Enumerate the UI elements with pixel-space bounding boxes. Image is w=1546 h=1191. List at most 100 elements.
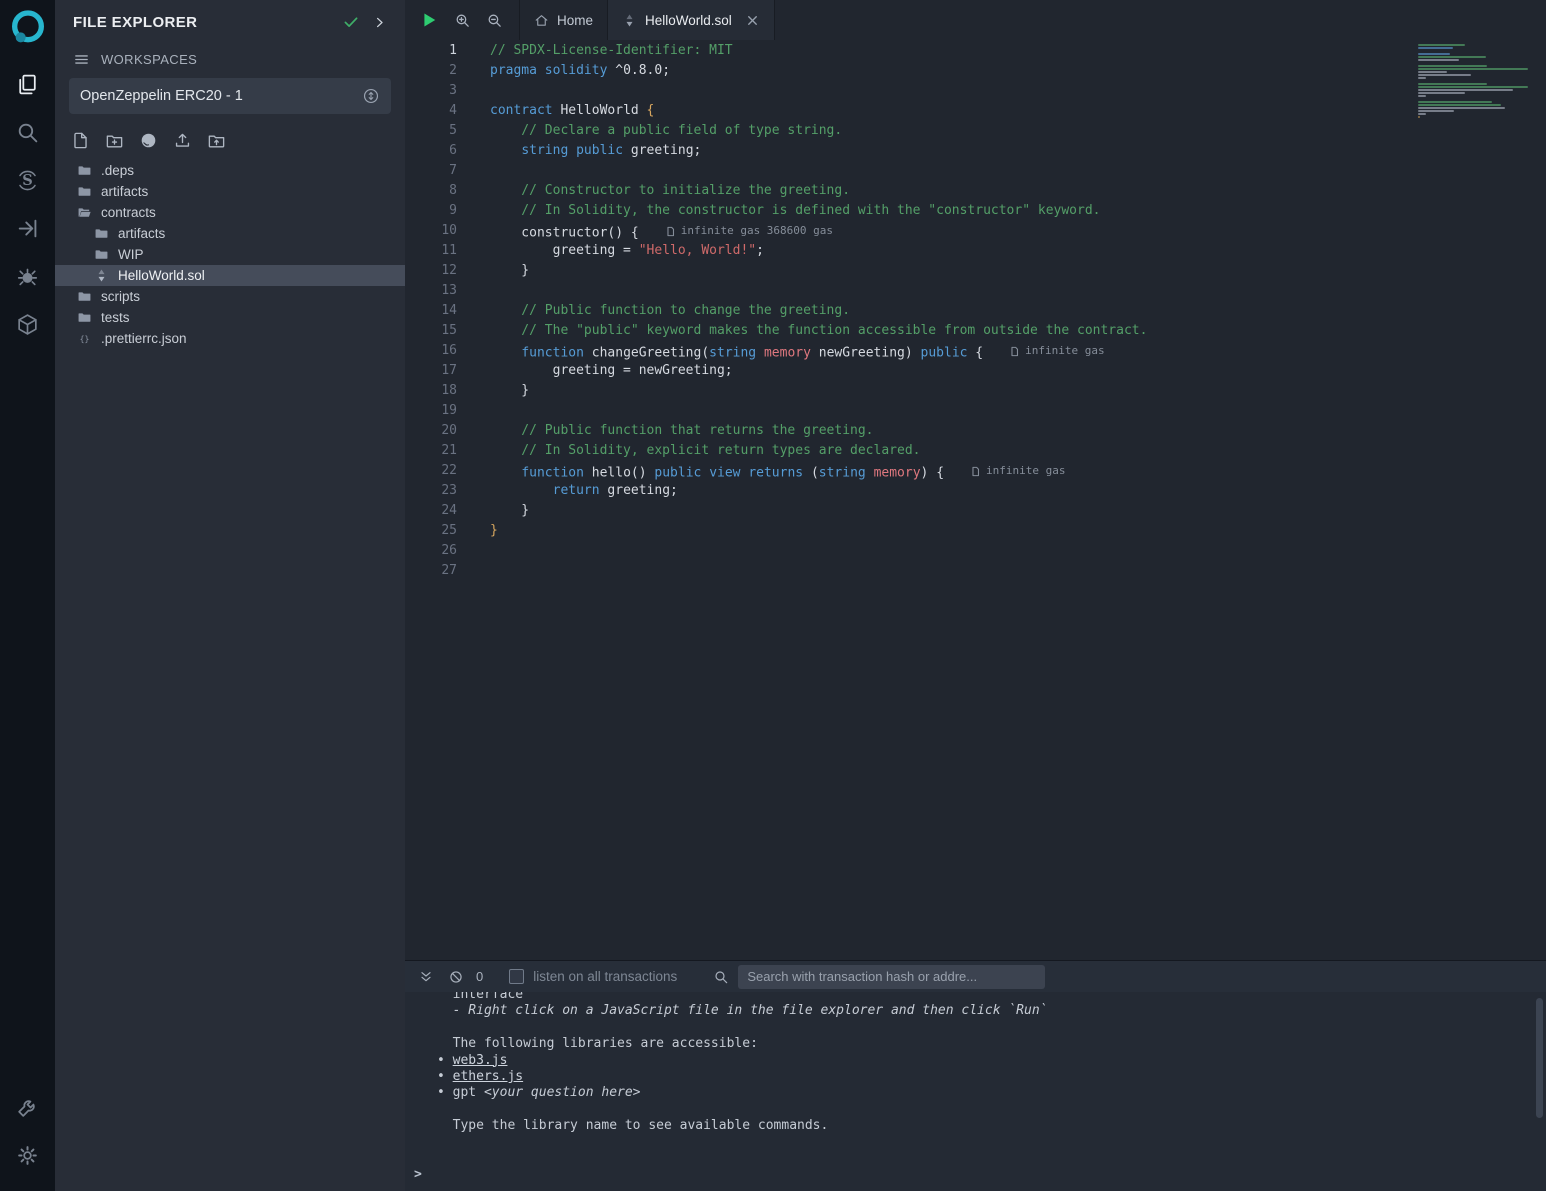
sidebar-item-file-explorer[interactable] [10, 66, 46, 102]
run-script-button[interactable] [419, 10, 439, 30]
code-line-25[interactable]: } [490, 521, 1546, 541]
github-icon [139, 131, 158, 150]
sidebar-item-search[interactable] [10, 114, 46, 150]
code-line-2[interactable]: pragma solidity ^0.8.0; [490, 61, 1546, 81]
zoom-in-button[interactable] [454, 12, 471, 29]
workspaces-row: WORKSPACES [55, 44, 405, 74]
folder-icon [77, 184, 92, 199]
gas-icon [665, 226, 676, 237]
tree-item-scripts[interactable]: scripts [55, 286, 405, 307]
tree-item-deps[interactable]: .deps [55, 160, 405, 181]
hamburger-icon[interactable] [73, 51, 90, 68]
tree-item-prettierrc-json[interactable]: .prettierrc.json [55, 328, 405, 349]
tree-item-label: .deps [101, 163, 134, 178]
circle-arrows-icon[interactable] [362, 87, 380, 105]
check-icon[interactable] [342, 13, 360, 31]
code-line-24[interactable]: } [490, 501, 1546, 521]
code-line-12[interactable]: } [490, 261, 1546, 281]
line-number: 2 [405, 61, 478, 81]
tree-item-label: artifacts [101, 184, 148, 199]
code-line-7[interactable] [490, 161, 1546, 181]
close-tab-icon[interactable] [745, 13, 760, 28]
collapse-terminal-icon[interactable] [418, 969, 434, 985]
deploy-icon [15, 216, 40, 241]
code-line-4[interactable]: contract HelloWorld { [490, 101, 1546, 121]
line-number: 12 [405, 261, 478, 281]
home-icon [534, 13, 549, 28]
workspace-select[interactable]: OpenZeppelin ERC20 - 1 [69, 78, 391, 114]
terminal-prompt[interactable]: > [414, 1167, 422, 1183]
code-line-9[interactable]: // In Solidity, the constructor is defin… [490, 201, 1546, 221]
editor-area: HomeHelloWorld.sol 123456789101112131415… [405, 0, 1546, 1191]
upload-folder-button[interactable] [207, 131, 226, 150]
code-line-20[interactable]: // Public function that returns the gree… [490, 421, 1546, 441]
minimap[interactable] [1418, 44, 1536, 125]
chevron-right-icon[interactable] [372, 15, 387, 30]
remix-logo[interactable] [8, 8, 48, 48]
clone-from-github-button[interactable] [139, 131, 158, 150]
code-line-16[interactable]: function changeGreeting(string memory ne… [490, 341, 1546, 361]
code-line-26[interactable] [490, 541, 1546, 561]
tree-item-contracts[interactable]: contracts [55, 202, 405, 223]
code-line-14[interactable]: // Public function to change the greetin… [490, 301, 1546, 321]
panel-title: FILE EXPLORER [73, 14, 330, 31]
new-file-button[interactable] [71, 131, 90, 150]
code-line-6[interactable]: string public greeting; [490, 141, 1546, 161]
folder-open-icon [77, 205, 92, 220]
code-line-21[interactable]: // In Solidity, explicit return types ar… [490, 441, 1546, 461]
search-icon[interactable] [713, 969, 729, 985]
sidebar-item-solidity-compiler[interactable] [10, 162, 46, 198]
code-line-3[interactable] [490, 81, 1546, 101]
gas-icon [1009, 346, 1020, 357]
gas-estimate: infinite gas 368600 gas [665, 221, 833, 241]
terminal-header: 0 listen on all transactions [405, 961, 1546, 992]
line-number: 9 [405, 201, 478, 221]
sidebar-item-tools[interactable] [10, 1089, 46, 1125]
folder-icon [94, 226, 109, 241]
tree-item-label: artifacts [118, 226, 165, 241]
upload-file-button[interactable] [173, 131, 192, 150]
code-line-18[interactable]: } [490, 381, 1546, 401]
new-folder-button[interactable] [105, 131, 124, 150]
code-line-5[interactable]: // Declare a public field of type string… [490, 121, 1546, 141]
tree-item-artifacts[interactable]: artifacts [55, 181, 405, 202]
listen-all-transactions-checkbox[interactable] [509, 969, 524, 984]
ban-icon[interactable] [448, 969, 464, 985]
sidebar-item-settings[interactable] [10, 1137, 46, 1173]
code-line-8[interactable]: // Constructor to initialize the greetin… [490, 181, 1546, 201]
tree-item-wip[interactable]: WIP [55, 244, 405, 265]
folder-plus-icon [105, 131, 124, 150]
tab-bar: HomeHelloWorld.sol [405, 0, 1546, 40]
code-line-15[interactable]: // The "public" keyword makes the functi… [490, 321, 1546, 341]
solidity-file-icon [94, 268, 109, 283]
code-line-13[interactable] [490, 281, 1546, 301]
workspaces-label: WORKSPACES [101, 52, 197, 67]
code-line-27[interactable] [490, 561, 1546, 581]
code-line-11[interactable]: greeting = "Hello, World!"; [490, 241, 1546, 261]
code-line-19[interactable] [490, 401, 1546, 421]
tree-item-helloworld-sol[interactable]: HelloWorld.sol [55, 265, 405, 286]
code-line-22[interactable]: function hello() public view returns (st… [490, 461, 1546, 481]
tab-home[interactable]: Home [519, 0, 607, 40]
code-editor[interactable]: 1234567891011121314151617181920212223242… [405, 40, 1546, 960]
line-number: 14 [405, 301, 478, 321]
tab-helloworld-sol[interactable]: HelloWorld.sol [607, 0, 775, 40]
code-line-10[interactable]: constructor() {infinite gas 368600 gas [490, 221, 1546, 241]
code-line-1[interactable]: // SPDX-License-Identifier: MIT [490, 41, 1546, 61]
terminal-link[interactable]: ethers.js [453, 1069, 523, 1084]
sidebar-item-debugger[interactable] [10, 258, 46, 294]
sidebar-item-deploy-run[interactable] [10, 210, 46, 246]
code-line-17[interactable]: greeting = newGreeting; [490, 361, 1546, 381]
tree-item-artifacts[interactable]: artifacts [55, 223, 405, 244]
terminal-scrollbar[interactable] [1536, 998, 1543, 1118]
remix-icon [8, 8, 48, 48]
code-pane[interactable]: // SPDX-License-Identifier: MITpragma so… [478, 40, 1546, 960]
terminal-link[interactable]: web3.js [453, 1053, 508, 1068]
tree-item-tests[interactable]: tests [55, 307, 405, 328]
terminal-search-input[interactable] [738, 965, 1045, 989]
zoom-out-button[interactable] [486, 12, 503, 29]
sidebar-item-plugin-panel[interactable] [10, 306, 46, 342]
terminal-output[interactable]: interface - Right click on a JavaScript … [405, 992, 1546, 1191]
tree-item-label: scripts [101, 289, 140, 304]
code-line-23[interactable]: return greeting; [490, 481, 1546, 501]
